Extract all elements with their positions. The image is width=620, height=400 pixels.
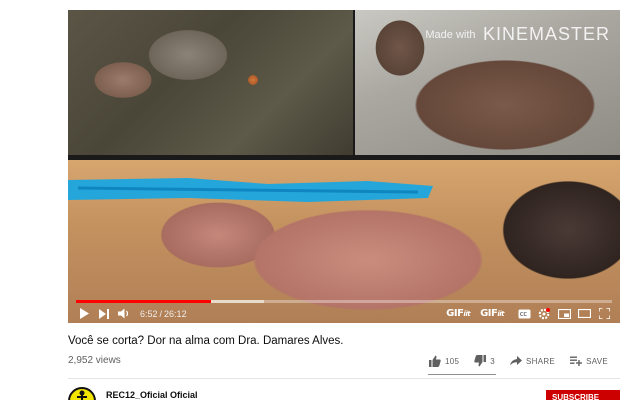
like-dislike-ratio-bar — [428, 374, 496, 375]
thumbs-up-icon — [428, 354, 442, 368]
gif-button-1[interactable]: GIFiit — [446, 308, 470, 319]
watermark-made-with: Made with — [425, 28, 476, 41]
svg-text:CC: CC — [520, 312, 527, 318]
dislike-count: 3 — [490, 356, 495, 366]
like-button[interactable]: 105 — [428, 354, 459, 368]
blue-scribble-overlay — [68, 178, 433, 202]
save-label: SAVE — [586, 356, 609, 366]
section-divider — [68, 378, 620, 379]
view-count: 2,952 views — [68, 355, 121, 366]
player-controls: 6:52/26:12 GIFiit GIFiit CC — [68, 304, 620, 323]
avatar-figure-icon — [77, 390, 87, 400]
video-title: Você se corta? Dor na alma com Dra. Dama… — [68, 335, 344, 347]
volume-icon[interactable] — [114, 304, 134, 323]
progress-played — [76, 300, 212, 303]
gif-label-1: GIF — [446, 308, 464, 319]
gif-label-2: GIF — [480, 308, 498, 319]
duration: 26:12 — [164, 308, 187, 319]
dislike-button[interactable]: 3 — [473, 354, 495, 368]
share-label: SHARE — [526, 356, 556, 366]
share-button[interactable]: SHARE — [509, 354, 555, 368]
captions-icon[interactable]: CC — [514, 304, 534, 323]
channel-avatar[interactable] — [68, 387, 96, 400]
play-icon[interactable] — [74, 304, 94, 323]
next-icon[interactable] — [94, 304, 114, 323]
subscribe-button[interactable]: SUBSCRIBE 000 — [546, 390, 620, 400]
miniplayer-icon[interactable] — [554, 304, 574, 323]
like-count: 105 — [445, 356, 460, 366]
video-frame-ground — [68, 10, 353, 155]
progress-bar[interactable] — [76, 300, 612, 303]
time-separator: / — [159, 308, 163, 319]
time-display: 6:52/26:12 — [140, 309, 187, 319]
theater-icon[interactable] — [574, 304, 594, 323]
video-actions: 105 3 SHARE SAVE ... — [428, 354, 620, 368]
save-button[interactable]: SAVE — [569, 354, 608, 368]
gif-button-2[interactable]: GIFiit — [480, 308, 504, 319]
video-player[interactable]: Made with KINEMASTER 6:52/26:12 GIFiit G… — [68, 10, 620, 323]
share-icon — [509, 354, 523, 368]
fullscreen-icon[interactable] — [594, 304, 614, 323]
thumbs-down-icon — [473, 354, 487, 368]
kinemaster-watermark: Made with KINEMASTER — [425, 24, 610, 45]
current-time: 6:52 — [140, 308, 158, 319]
settings-icon[interactable] — [534, 304, 554, 323]
gif-suffix-1: iit — [463, 310, 471, 318]
watermark-brand: KINEMASTER — [482, 24, 610, 44]
gif-suffix-2: iit — [497, 310, 504, 318]
channel-name[interactable]: REC12_Oficial Oficial — [106, 390, 198, 400]
playlist-add-icon — [569, 354, 583, 368]
